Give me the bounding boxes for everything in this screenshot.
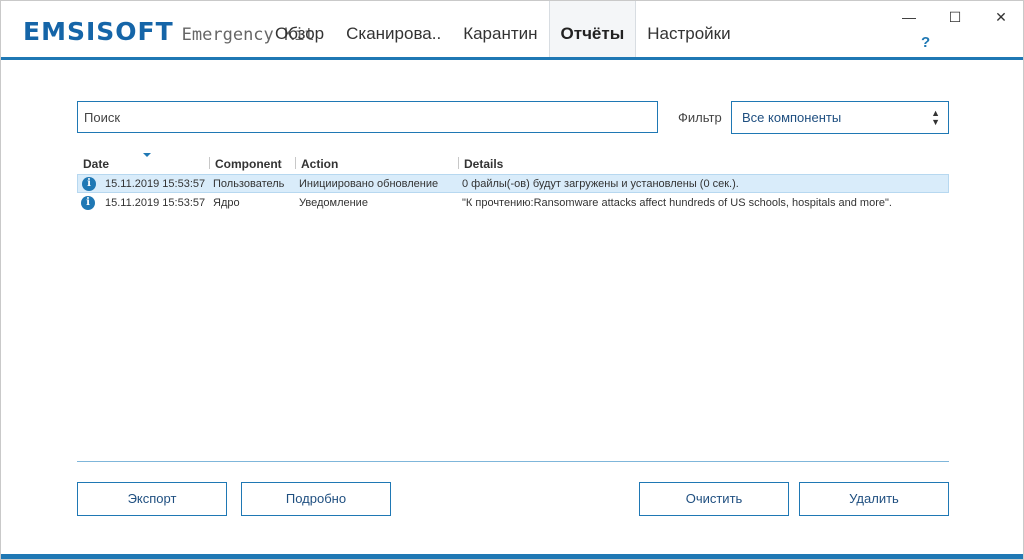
column-action[interactable]: Action xyxy=(301,157,338,171)
filter-label: Фильтр xyxy=(678,110,722,125)
close-button[interactable]: ✕ xyxy=(986,7,1016,27)
row-action: Инициировано обновление xyxy=(299,178,439,190)
table-row[interactable]: i 15.11.2019 15:53:57 Пользователь Иници… xyxy=(77,174,949,193)
header-accent-line xyxy=(1,57,1023,60)
details-button[interactable]: Подробно xyxy=(241,482,391,516)
sort-descending-icon xyxy=(143,153,151,157)
info-icon: i xyxy=(81,196,95,210)
table-row[interactable]: i 15.11.2019 15:53:57 Ядро Уведомление "… xyxy=(77,194,949,213)
row-date: 15.11.2019 15:53:57 xyxy=(105,178,206,190)
column-details[interactable]: Details xyxy=(464,157,503,171)
row-details: "К прочтению:Ransomware attacks affect h… xyxy=(462,197,892,209)
column-component[interactable]: Component xyxy=(215,157,282,171)
clear-button[interactable]: Очистить xyxy=(639,482,789,516)
tab-overview[interactable]: Обзор xyxy=(264,1,335,59)
select-arrows-icon: ▲ ▼ xyxy=(931,107,940,127)
column-separator xyxy=(209,157,210,169)
search-input[interactable] xyxy=(77,101,658,133)
column-separator xyxy=(295,157,296,169)
title-bar: EMSISOFT Emergency Kit Обзор Сканирова..… xyxy=(1,1,1023,59)
tab-settings[interactable]: Настройки xyxy=(636,1,741,59)
export-button[interactable]: Экспорт xyxy=(77,482,227,516)
help-icon[interactable]: ? xyxy=(921,34,930,51)
tab-scan[interactable]: Сканирова.. xyxy=(335,1,452,59)
row-component: Пользователь xyxy=(213,178,285,190)
tab-quarantine[interactable]: Карантин xyxy=(452,1,548,59)
row-action: Уведомление xyxy=(299,197,368,209)
main-tabs: Обзор Сканирова.. Карантин Отчёты Настро… xyxy=(264,1,742,59)
filter-selected-value: Все компоненты xyxy=(742,110,842,125)
footer-accent-line xyxy=(1,554,1023,559)
column-separator xyxy=(458,157,459,169)
footer-divider xyxy=(77,461,949,462)
app-window: EMSISOFT Emergency Kit Обзор Сканирова..… xyxy=(0,0,1024,560)
column-date[interactable]: Date xyxy=(83,157,109,171)
info-icon: i xyxy=(82,177,96,191)
maximize-button[interactable]: ☐ xyxy=(940,7,970,27)
delete-button[interactable]: Удалить xyxy=(799,482,949,516)
row-component: Ядро xyxy=(213,197,240,209)
tab-reports[interactable]: Отчёты xyxy=(548,1,637,59)
minimize-button[interactable]: — xyxy=(894,7,924,27)
row-date: 15.11.2019 15:53:57 xyxy=(105,197,206,209)
row-details: 0 файлы(-ов) будут загружены и установле… xyxy=(462,178,739,190)
filter-select[interactable]: Все компоненты ▲ ▼ xyxy=(731,101,949,134)
brand-name: EMSISOFT xyxy=(23,17,174,46)
table-header: Date Component Action Details xyxy=(77,153,949,173)
